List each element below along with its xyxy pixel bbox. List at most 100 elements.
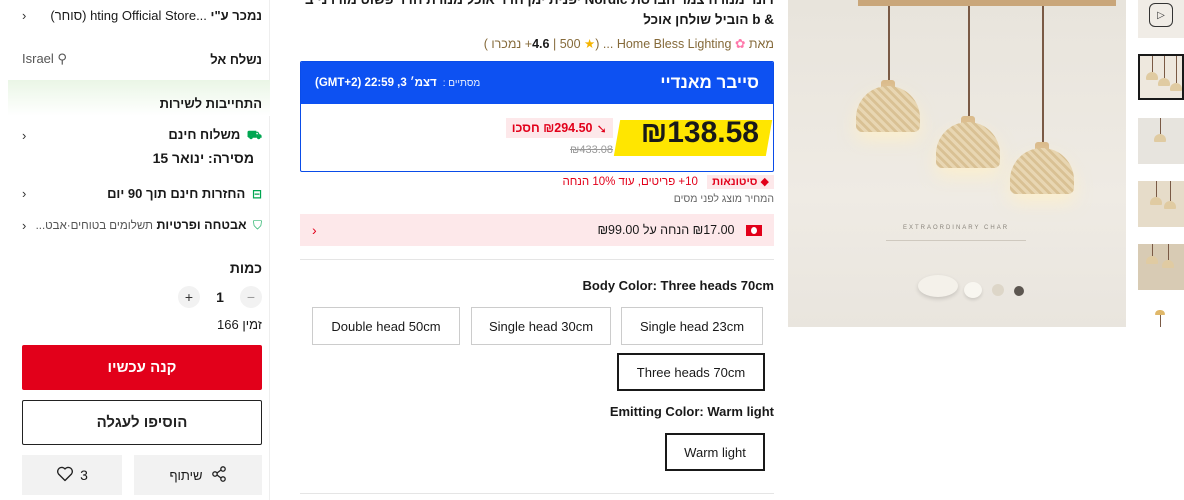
thumbnail-strip: ▷ [1138, 0, 1184, 350]
return-box-icon: ⊟ [251, 186, 262, 201]
original-price: ₪433.08 [570, 144, 613, 156]
decor-line [886, 240, 1026, 254]
seller-name[interactable]: Home Bless Lighting ... [603, 37, 732, 51]
location-pin-icon: ⚲ [57, 51, 67, 66]
timer-label: מסתיים : [442, 77, 481, 89]
store-row[interactable]: נמכר ע"י ...hting Official Store (סוחר) … [22, 4, 262, 26]
seller-rating-row: מאת ✿ Home Bless Lighting ... (★ 4.6 | 5… [483, 37, 774, 51]
chevron-left-icon[interactable]: ‹ [22, 8, 26, 23]
store-prefix: נמכר ע"י [210, 7, 262, 23]
product-title-line1: דונר מנורה צמר הברסת Nordic יפנית ימן חד… [300, 0, 774, 10]
security-sub: תשלומים בטוחים·אבט... [35, 219, 153, 232]
free-returns-row[interactable]: ⊟ החזרות חינם תוך 90 יום ‹ [22, 184, 262, 202]
body-color-label: Body Color: Three heads 70cm [582, 278, 774, 293]
bulk-text: 10+ פריטים, עוד 10% הנחה [562, 176, 698, 188]
wishlist-button[interactable]: 3 [22, 455, 122, 495]
ship-to-value-wrap[interactable]: ⚲ Israel [22, 51, 67, 67]
lamp-shade [1010, 148, 1074, 194]
coupon-bar[interactable]: ₪17.00 הנחה על ₪99.00 ‹ [300, 214, 774, 246]
quantity-stepper: + 1 − [178, 286, 262, 308]
security-label: אבטחה ופרטיות [156, 217, 247, 232]
thumbnail-3[interactable] [1138, 181, 1184, 227]
sale-timer: מסתיים : דצמ׳ 3, 22:59 (GMT+2) [315, 77, 480, 89]
quantity-decrease-button[interactable]: − [239, 286, 262, 308]
price-area: ₪138.58 ➘ ₪294.50 חסכו ₪433.08 [301, 104, 773, 171]
sale-header: סייבר מאנדיי מסתיים : דצמ׳ 3, 22:59 (GMT… [301, 62, 773, 104]
thumbnail-4[interactable] [1138, 244, 1184, 290]
delivery-date: מסירה: ינואר 15 [152, 150, 254, 166]
share-label: שיתוף [169, 467, 203, 483]
add-to-cart-button[interactable]: הוסיפו לעגלה [22, 400, 262, 445]
current-price: ₪138.58 [640, 116, 759, 149]
quantity-value[interactable]: 1 [216, 289, 224, 305]
service-title: התחייבות לשירות [159, 96, 262, 111]
thumbnail-2[interactable] [1138, 118, 1184, 164]
sale-name: סייבר מאנדיי [660, 73, 759, 92]
product-title-line2: & b הוביל שולחן אוכל [643, 12, 774, 27]
coupon-text: ₪17.00 הנחה על ₪99.00 [597, 223, 735, 237]
option-warm-light[interactable]: Warm light [665, 433, 765, 471]
thumbnail-video[interactable]: ▷ [1138, 0, 1184, 38]
wishlist-count: 3 [80, 467, 88, 483]
option-single-head-23cm[interactable]: Single head 23cm [621, 307, 763, 345]
save-amount: ₪294.50 חסכו [511, 121, 593, 135]
buy-now-button[interactable]: קנה עכשיו [22, 345, 262, 390]
divider [300, 259, 774, 260]
bulk-badge: ◆ סיטונאות [707, 175, 774, 189]
bulk-discount: ◆ סיטונאות 10+ פריטים, עוד 10% הנחה [300, 175, 774, 189]
chevron-left-icon[interactable]: ‹ [312, 222, 317, 238]
thumbnail-1[interactable] [1138, 54, 1184, 100]
divider [300, 493, 774, 494]
share-button[interactable]: שיתוף [134, 455, 262, 495]
ship-to-value: Israel [22, 51, 54, 66]
decor-stone [918, 275, 958, 297]
available-stock: 166 זמין [217, 317, 262, 332]
shield-check-icon: ⛉ [252, 217, 262, 232]
lamp-rod [858, 0, 1116, 6]
lamp-cord [888, 6, 890, 84]
option-three-heads-70cm[interactable]: Three heads 70cm [617, 353, 765, 391]
decor-text: EXTRAORDINARY CHAR [902, 225, 1010, 231]
play-icon: ▷ [1149, 3, 1173, 27]
chevron-left-icon[interactable]: ‹ [22, 218, 26, 233]
lamp-cord [1042, 6, 1044, 146]
store-info: נמכר ע"י ...hting Official Store (סוחר) [50, 8, 262, 23]
ship-to-label: נשלח אל [210, 51, 262, 67]
coupon-icon [746, 225, 762, 237]
purchase-panel: נמכר ע"י ...hting Official Store (סוחר) … [8, 0, 270, 500]
down-arrow-icon: ➘ [596, 121, 607, 136]
product-main-image[interactable]: EXTRAORDINARY CHAR [788, 0, 1126, 327]
decor-stone [964, 282, 982, 298]
chevron-left-icon[interactable]: ‹ [22, 128, 26, 143]
thumbnail-5[interactable] [1138, 304, 1184, 350]
free-shipping-row[interactable]: ⛟ משלוח חינם ‹ [22, 126, 262, 144]
tax-note: המחיר מוצג לפני מסים [673, 193, 774, 205]
lamp-shade [936, 122, 1000, 168]
save-badge: ➘ ₪294.50 חסכו [505, 118, 613, 138]
heart-icon [56, 466, 74, 485]
decor-stone [1014, 286, 1024, 296]
option-single-head-30cm[interactable]: Single head 30cm [471, 307, 611, 345]
quantity-label: כמות [229, 260, 262, 276]
option-double-head-50cm[interactable]: Double head 50cm [312, 307, 460, 345]
sale-box: סייבר מאנדיי מסתיים : דצמ׳ 3, 22:59 (GMT… [300, 61, 774, 172]
decor-stone [992, 284, 1004, 296]
ship-to-row[interactable]: נשלח אל ⚲ Israel [22, 49, 262, 69]
store-name[interactable]: ...hting Official Store [90, 8, 207, 23]
share-icon [211, 465, 227, 485]
product-title: דונר מנורה צמר הברסת Nordic יפנית ימן חד… [300, 0, 774, 30]
flower-icon: ✿ [734, 37, 746, 51]
lamp-shade [856, 86, 920, 132]
quantity-increase-button[interactable]: + [178, 286, 200, 308]
security-row[interactable]: ⛉ אבטחה ופרטיות תשלומים בטוחים·אבט... ‹ [22, 216, 262, 234]
free-shipping-label: משלוח חינם [168, 126, 241, 142]
truck-icon: ⛟ [246, 127, 262, 142]
star-icon: ★ [584, 37, 596, 51]
chevron-left-icon[interactable]: ‹ [22, 186, 26, 201]
lamp-cord [968, 6, 970, 120]
free-returns-label: החזרות חינם תוך 90 יום [107, 185, 246, 201]
rating-score: 4.6 [532, 37, 550, 51]
store-suffix: (סוחר) [50, 7, 87, 23]
timer-value: דצמ׳ 3, 22:59 (GMT+2) [315, 77, 437, 89]
seller-prefix: מאת [748, 37, 774, 51]
